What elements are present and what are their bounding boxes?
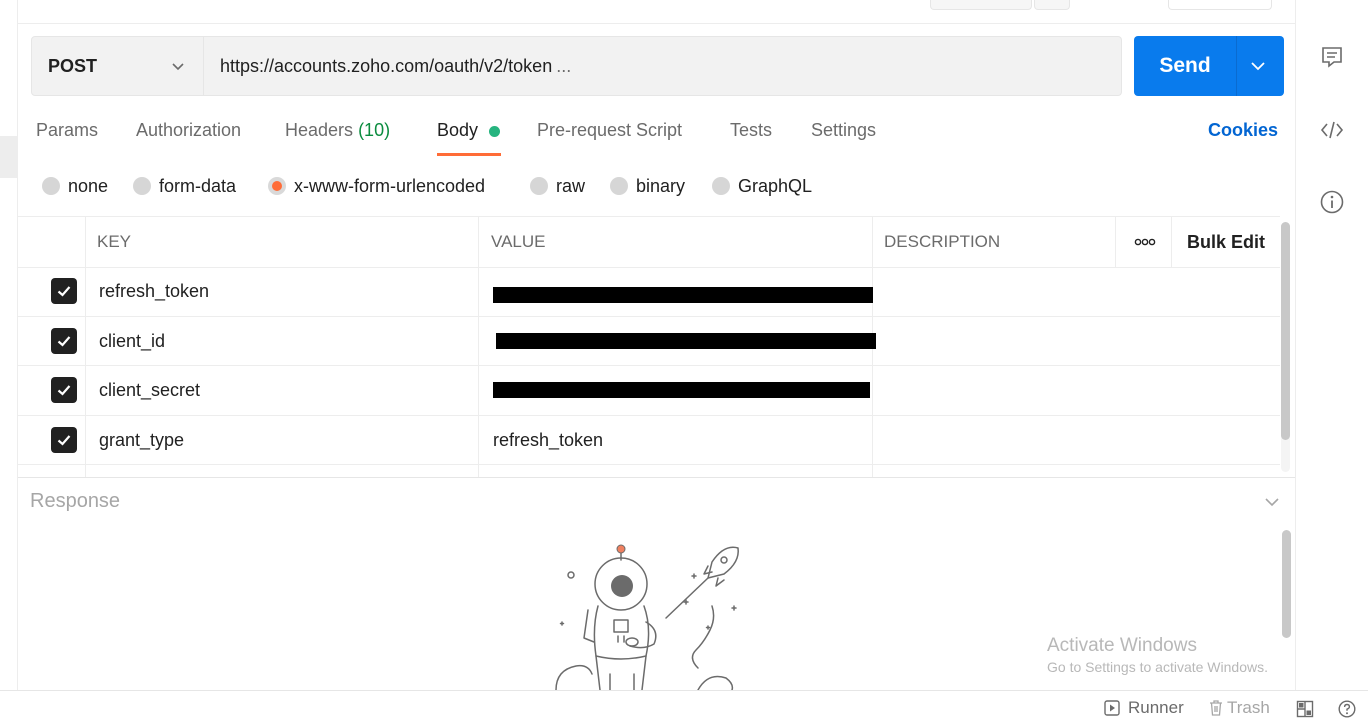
- body-type-binary[interactable]: binary: [610, 175, 685, 197]
- toolbar-button-stub[interactable]: [1034, 0, 1070, 10]
- radio-label: binary: [636, 175, 686, 196]
- trash-icon: [1210, 700, 1222, 716]
- param-value[interactable]: refresh_token: [493, 427, 603, 453]
- row-checkbox[interactable]: [51, 377, 77, 403]
- column-divider: [1171, 217, 1172, 267]
- right-sidebar: [1295, 0, 1368, 690]
- url-input[interactable]: https://accounts.zoho.com/oauth/v2/token…: [204, 36, 1122, 96]
- row-divider: [18, 267, 1280, 268]
- row-checkbox[interactable]: [51, 328, 77, 354]
- check-icon: [57, 385, 71, 396]
- chevron-down-icon[interactable]: [1250, 59, 1266, 73]
- redacted-value: [493, 287, 873, 303]
- tab-tests[interactable]: Tests: [730, 120, 772, 146]
- runner-button[interactable]: Runner: [1103, 697, 1184, 719]
- param-key[interactable]: client_id: [99, 328, 165, 354]
- row-divider: [18, 464, 1280, 465]
- table-scrollbar-thumb[interactable]: [1281, 222, 1290, 440]
- radio-button: [42, 177, 60, 195]
- help-icon[interactable]: [1338, 700, 1356, 718]
- activate-windows-subtitle: Go to Settings to activate Windows.: [1047, 659, 1268, 675]
- body-params-table: KEY VALUE DESCRIPTION Bulk Edit refresh_…: [18, 216, 1280, 478]
- send-button-group: Send: [1134, 36, 1284, 96]
- runner-label: Runner: [1128, 698, 1184, 717]
- row-checkbox[interactable]: [51, 427, 77, 453]
- chevron-down-icon: [172, 63, 184, 71]
- tab-headers[interactable]: Headers (10): [285, 120, 390, 146]
- tab-params[interactable]: Params: [36, 120, 98, 146]
- cookies-link[interactable]: Cookies: [1208, 120, 1278, 141]
- column-header-description: DESCRIPTION: [884, 232, 1001, 251]
- tab-pre-request-script[interactable]: Pre-request Script: [537, 120, 682, 146]
- response-divider[interactable]: [18, 477, 1295, 478]
- tab-body[interactable]: Body: [437, 120, 478, 146]
- radio-button: [712, 177, 730, 195]
- body-type-graphql[interactable]: GraphQL: [712, 175, 812, 197]
- tab-headers-label: Headers: [285, 120, 354, 140]
- row-divider: [18, 365, 1280, 366]
- column-divider: [1115, 217, 1116, 267]
- two-pane-icon[interactable]: [1296, 700, 1314, 718]
- trash-label: Trash: [1227, 698, 1270, 717]
- response-scrollbar-thumb[interactable]: [1282, 530, 1291, 638]
- active-tab-underline: [437, 153, 501, 156]
- astronaut-illustration: [555, 544, 739, 690]
- radio-button-selected: [268, 177, 286, 195]
- body-type-raw[interactable]: raw: [530, 175, 585, 197]
- redacted-value: [493, 382, 870, 398]
- check-icon: [57, 435, 71, 446]
- row-checkbox[interactable]: [51, 278, 77, 304]
- redacted-value: [496, 333, 876, 349]
- body-type-x-www-form-urlencoded[interactable]: x-www-form-urlencoded: [268, 175, 485, 197]
- radio-button: [133, 177, 151, 195]
- row-divider: [18, 316, 1280, 317]
- activate-windows-title: Activate Windows: [1047, 635, 1197, 656]
- tab-bar-stub: [18, 0, 1295, 24]
- left-gutter: [0, 0, 18, 690]
- send-button[interactable]: Send: [1134, 36, 1236, 96]
- url-ellipsis: ...: [556, 55, 572, 76]
- send-divider: [1236, 36, 1237, 96]
- body-type-form-data[interactable]: form-data: [133, 175, 236, 197]
- radio-label: none: [68, 175, 109, 196]
- tab-settings[interactable]: Settings: [811, 120, 876, 146]
- column-divider: [85, 217, 86, 478]
- column-header-key: KEY: [97, 232, 132, 251]
- comment-icon[interactable]: [1319, 44, 1345, 70]
- body-type-none[interactable]: none: [42, 175, 108, 197]
- url-value: https://accounts.zoho.com/oauth/v2/token: [220, 55, 553, 76]
- more-icon[interactable]: [1133, 234, 1157, 250]
- radio-label: form-data: [159, 175, 237, 196]
- toolbar-button-stub[interactable]: [1168, 0, 1272, 10]
- tab-authorization[interactable]: Authorization: [136, 120, 241, 146]
- method-value: POST: [48, 55, 98, 76]
- trash-button[interactable]: Trash: [1207, 697, 1270, 719]
- param-key[interactable]: client_secret: [99, 377, 200, 403]
- bulk-edit-button[interactable]: Bulk Edit: [1187, 217, 1265, 267]
- info-icon[interactable]: [1319, 189, 1345, 215]
- toolbar-button-stub[interactable]: [930, 0, 1032, 10]
- code-icon[interactable]: [1319, 117, 1345, 143]
- row-divider: [18, 415, 1280, 416]
- method-select[interactable]: POST: [31, 36, 204, 96]
- body-status-dot: [489, 126, 500, 137]
- radio-label: raw: [556, 175, 586, 196]
- column-header-value: VALUE: [491, 232, 546, 251]
- response-title: Response: [30, 490, 121, 512]
- headers-count: (10): [358, 120, 391, 140]
- param-key[interactable]: refresh_token: [99, 278, 209, 304]
- radio-label: x-www-form-urlencoded: [294, 175, 486, 196]
- param-key[interactable]: grant_type: [99, 427, 184, 453]
- check-icon: [57, 286, 71, 297]
- radio-label: GraphQL: [738, 175, 813, 196]
- radio-button: [530, 177, 548, 195]
- radio-button: [610, 177, 628, 195]
- check-icon: [57, 336, 71, 347]
- column-divider: [478, 217, 479, 478]
- runner-icon: [1104, 700, 1120, 716]
- left-gutter-handle[interactable]: [0, 136, 17, 178]
- chevron-down-icon[interactable]: [1264, 495, 1280, 509]
